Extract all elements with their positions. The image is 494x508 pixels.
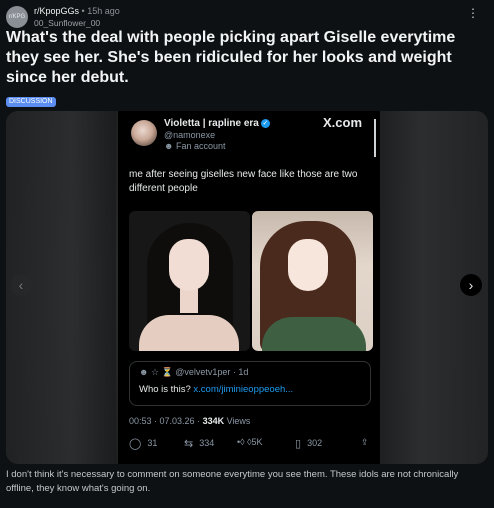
tweet-author-name: Violetta | rapline era ✓: [164, 118, 270, 129]
tweet-scrollbar: [374, 119, 376, 157]
separator-dot: •: [81, 6, 85, 16]
subreddit-link[interactable]: r/KpopGGs: [34, 6, 79, 16]
share-icon: ⇪: [361, 437, 369, 447]
post-time: 15h ago: [87, 6, 120, 16]
emoji-icon: ☻: [139, 367, 151, 377]
tweet-text: me after seeing giselles new face like t…: [129, 169, 358, 194]
tweet-screenshot: Violetta | rapline era ✓ @namonexe ☻ Fan …: [118, 111, 380, 464]
like-stat: •◊ ◊5K: [237, 437, 263, 447]
quoted-tweet-text: Who is this? x.com/jiminieoppeoeh...: [139, 384, 294, 395]
tweet-photo-right: [252, 211, 373, 351]
fan-badge-icon: ☻: [164, 141, 176, 151]
reply-stat: ◯ 31: [129, 438, 158, 450]
tweet-author-handle: @namonexe: [164, 130, 216, 140]
repost-icon: ⇆: [184, 438, 194, 450]
post-body-text: I don't think it's necessary to comment …: [6, 469, 459, 494]
bookmark-stat: ▯ 302: [295, 438, 323, 450]
tweet-timestamp: 00:53 · 07.03.26 · 334K Views: [129, 416, 251, 426]
tweet-photo-left: [129, 211, 250, 351]
next-media-button[interactable]: ›: [460, 274, 482, 296]
tweet-author-avatar: [131, 120, 157, 146]
subreddit-line: r/KpopGGs • 15h ago: [34, 6, 120, 16]
reply-icon: ◯: [129, 438, 142, 450]
tweet-views-count: 334K: [202, 416, 225, 426]
quoted-tweet-header: ☻ ☆ ⏳ @velvetv1per · 1d: [139, 367, 249, 377]
post-media[interactable]: Violetta | rapline era ✓ @namonexe ☻ Fan …: [6, 111, 488, 464]
tweet-actions: ◯ 31 ⇆ 334 •◊ ◊5K ▯ 302 ⇪: [129, 437, 374, 453]
repost-stat: ⇆ 334: [184, 438, 215, 450]
subreddit-avatar[interactable]: r/KPG: [6, 6, 28, 28]
quoted-tweet-link: x.com/jiminieoppeoeh...: [193, 384, 294, 395]
quoted-tweet: ☻ ☆ ⏳ @velvetv1per · 1d Who is this? x.c…: [129, 361, 371, 406]
tweet-fan-account-label: ☻ Fan account: [164, 141, 226, 151]
author-username[interactable]: 00_Sunflower_00: [34, 18, 100, 28]
more-options-icon[interactable]: ⋮: [467, 6, 480, 20]
post-header: r/KPG r/KpopGGs • 15h ago 00_Sunflower_0…: [6, 4, 488, 28]
x-logo: X.com: [322, 115, 362, 130]
bookmark-icon: ▯: [295, 438, 302, 450]
post-title[interactable]: What's the deal with people picking apar…: [6, 28, 486, 88]
post-flair[interactable]: DISCUSSION: [6, 97, 56, 107]
previous-media-button[interactable]: ‹: [10, 274, 32, 296]
verified-badge-icon: ✓: [260, 119, 270, 128]
